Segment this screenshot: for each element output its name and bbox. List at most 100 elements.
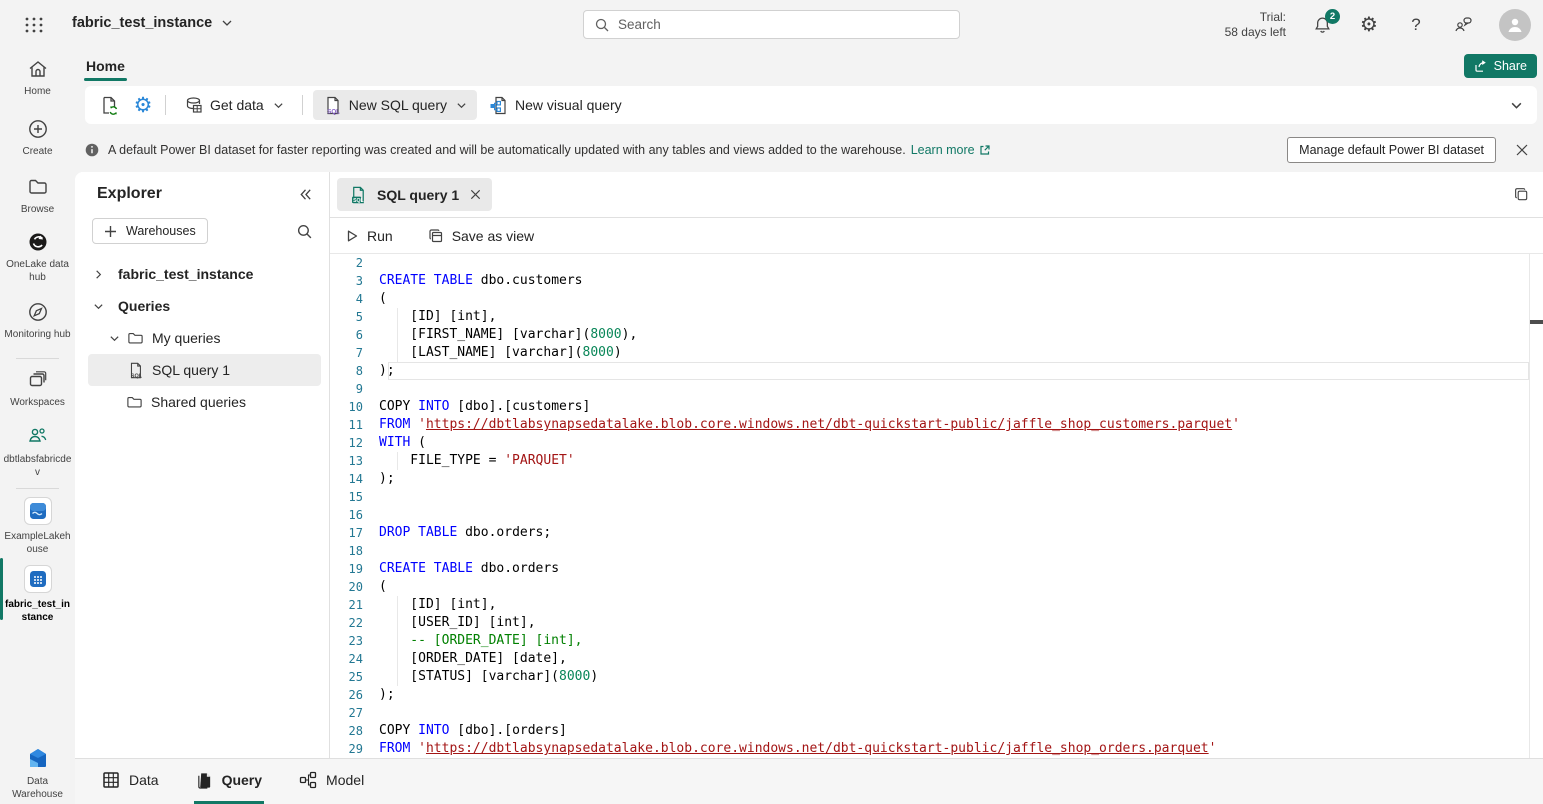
search-input[interactable] xyxy=(618,17,949,32)
nav-monitoring-hub[interactable]: Monitoring hub xyxy=(0,301,75,341)
code-line-11[interactable]: 11FROM 'https://dbtlabsynapsedatalake.bl… xyxy=(330,416,1543,434)
code-line-24[interactable]: 24 [ORDER_DATE] [date], xyxy=(330,650,1543,668)
feedback-icon[interactable] xyxy=(1452,14,1474,36)
nav-browse[interactable]: Browse xyxy=(0,176,75,216)
view-tab-query[interactable]: Query xyxy=(194,759,264,804)
chevron-right-icon[interactable] xyxy=(92,269,104,280)
nav-data-warehouse[interactable]: Data Warehouse xyxy=(0,746,75,801)
nav-workspace-dbtlabsfabricdev[interactable]: dbtlabsfabricdev xyxy=(0,424,75,479)
sql-editor[interactable]: 23CREATE TABLE dbo.customers4(5 [ID] [in… xyxy=(330,254,1543,758)
code-line-28[interactable]: 28COPY INTO [dbo].[orders] xyxy=(330,722,1543,740)
notifications-bell-icon[interactable]: 2 xyxy=(1311,14,1333,36)
code-line-2[interactable]: 2 xyxy=(330,254,1543,272)
line-number: 14 xyxy=(330,470,363,488)
code-line-21[interactable]: 21 [ID] [int], xyxy=(330,596,1543,614)
code-line-23[interactable]: 23 -- [ORDER_DATE] [int], xyxy=(330,632,1543,650)
line-number: 29 xyxy=(330,740,363,758)
banner-close-icon[interactable] xyxy=(1513,141,1531,159)
line-number: 23 xyxy=(330,632,363,650)
run-button[interactable]: Run xyxy=(345,228,393,244)
workspaces-icon xyxy=(27,369,49,391)
nav-item-fabric-test-instance[interactable]: fabric_test_instance xyxy=(0,565,75,624)
code-line-13[interactable]: 13 FILE_TYPE = 'PARQUET' xyxy=(330,452,1543,470)
nav-onelake-data-hub[interactable]: OneLake data hub xyxy=(0,231,75,284)
indent-guide xyxy=(397,344,398,362)
model-diagram-icon xyxy=(299,771,317,789)
collapse-ribbon-chevron-icon[interactable] xyxy=(1505,94,1527,116)
line-number: 28 xyxy=(330,722,363,740)
query-tab-sql-query-1[interactable]: SQL SQL query 1 xyxy=(337,178,492,211)
indent-guide xyxy=(397,650,398,668)
code-line-9[interactable]: 9 xyxy=(330,380,1543,398)
ribbon-toolbar: ⚙ Get data SQL New SQL query New visual … xyxy=(85,86,1537,124)
code-line-18[interactable]: 18 xyxy=(330,542,1543,560)
view-tab-model[interactable]: Model xyxy=(297,759,366,804)
waffle-menu-icon[interactable] xyxy=(22,13,46,37)
sql-file-icon: SQL xyxy=(349,186,367,204)
share-button[interactable]: Share xyxy=(1464,54,1537,78)
tree-item-shared-queries[interactable]: Shared queries xyxy=(75,386,329,418)
get-data-button[interactable]: Get data xyxy=(176,90,292,120)
tree-item-warehouse[interactable]: fabric_test_instance xyxy=(75,258,329,290)
line-content: CREATE TABLE dbo.customers xyxy=(363,272,1543,290)
code-line-27[interactable]: 27 xyxy=(330,704,1543,722)
nav-home[interactable]: Home xyxy=(0,58,75,98)
code-line-14[interactable]: 14); xyxy=(330,470,1543,488)
rail-divider xyxy=(16,488,59,489)
user-avatar[interactable] xyxy=(1499,9,1531,41)
workspace-switcher[interactable]: fabric_test_instance xyxy=(72,15,233,31)
view-tab-data[interactable]: Data xyxy=(100,759,161,804)
tree-item-my-queries[interactable]: My queries xyxy=(75,322,329,354)
new-sql-query-button[interactable]: SQL New SQL query xyxy=(313,90,477,120)
new-visual-query-button[interactable]: New visual query xyxy=(481,90,630,120)
copy-icon[interactable] xyxy=(1513,186,1530,203)
collapse-explorer-icon[interactable] xyxy=(298,187,313,202)
close-tab-icon[interactable] xyxy=(469,188,482,201)
new-warehouse-button[interactable]: Warehouses xyxy=(92,218,208,244)
code-line-3[interactable]: 3CREATE TABLE dbo.customers xyxy=(330,272,1543,290)
code-line-16[interactable]: 16 xyxy=(330,506,1543,524)
query-settings-gear-icon[interactable]: ⚙ xyxy=(131,93,155,117)
new-report-icon[interactable] xyxy=(97,93,121,117)
code-line-20[interactable]: 20( xyxy=(330,578,1543,596)
code-line-5[interactable]: 5 [ID] [int], xyxy=(330,308,1543,326)
line-number: 24 xyxy=(330,650,363,668)
tree-item-queries[interactable]: Queries xyxy=(75,290,329,322)
tree-item-sql-query-1[interactable]: SQL SQL query 1 xyxy=(88,354,321,386)
nav-item-examplelakehouse[interactable]: ExampleLakehouse xyxy=(0,497,75,556)
ribbon-tab-home[interactable]: Home xyxy=(82,50,129,82)
settings-gear-icon[interactable]: ⚙ xyxy=(1358,14,1380,36)
code-line-15[interactable]: 15 xyxy=(330,488,1543,506)
line-content: DROP TABLE dbo.orders; xyxy=(363,524,1543,542)
indent-guide xyxy=(397,326,398,344)
editor-overview-ruler[interactable] xyxy=(1529,254,1543,758)
svg-text:SQL: SQL xyxy=(131,373,143,379)
indent-guide xyxy=(397,452,398,470)
code-line-22[interactable]: 22 [USER_ID] [int], xyxy=(330,614,1543,632)
line-number: 3 xyxy=(330,272,363,290)
chevron-down-icon[interactable] xyxy=(108,333,120,344)
code-line-17[interactable]: 17DROP TABLE dbo.orders; xyxy=(330,524,1543,542)
line-content: [USER_ID] [int], xyxy=(363,614,1543,632)
help-icon[interactable]: ? xyxy=(1405,14,1427,36)
nav-workspaces[interactable]: Workspaces xyxy=(0,369,75,409)
code-line-7[interactable]: 7 [LAST_NAME] [varchar](8000) xyxy=(330,344,1543,362)
code-line-25[interactable]: 25 [STATUS] [varchar](8000) xyxy=(330,668,1543,686)
manage-default-dataset-button[interactable]: Manage default Power BI dataset xyxy=(1287,137,1496,163)
explorer-title: Explorer xyxy=(97,185,162,203)
explorer-search-icon[interactable] xyxy=(296,223,313,240)
code-line-12[interactable]: 12WITH ( xyxy=(330,434,1543,452)
code-line-19[interactable]: 19CREATE TABLE dbo.orders xyxy=(330,560,1543,578)
sql-file-icon: SQL xyxy=(127,362,144,379)
code-line-6[interactable]: 6 [FIRST_NAME] [varchar](8000), xyxy=(330,326,1543,344)
code-line-26[interactable]: 26); xyxy=(330,686,1543,704)
chevron-down-icon[interactable] xyxy=(92,301,104,312)
nav-create[interactable]: Create xyxy=(0,118,75,158)
code-line-4[interactable]: 4( xyxy=(330,290,1543,308)
code-line-8[interactable]: 8); xyxy=(330,362,1543,380)
code-line-10[interactable]: 10COPY INTO [dbo].[customers] xyxy=(330,398,1543,416)
line-content: FROM 'https://dbtlabsynapsedatalake.blob… xyxy=(363,740,1543,758)
learn-more-link[interactable]: Learn more xyxy=(911,143,991,157)
code-line-29[interactable]: 29FROM 'https://dbtlabsynapsedatalake.bl… xyxy=(330,740,1543,758)
save-as-view-button[interactable]: Save as view xyxy=(428,228,534,244)
